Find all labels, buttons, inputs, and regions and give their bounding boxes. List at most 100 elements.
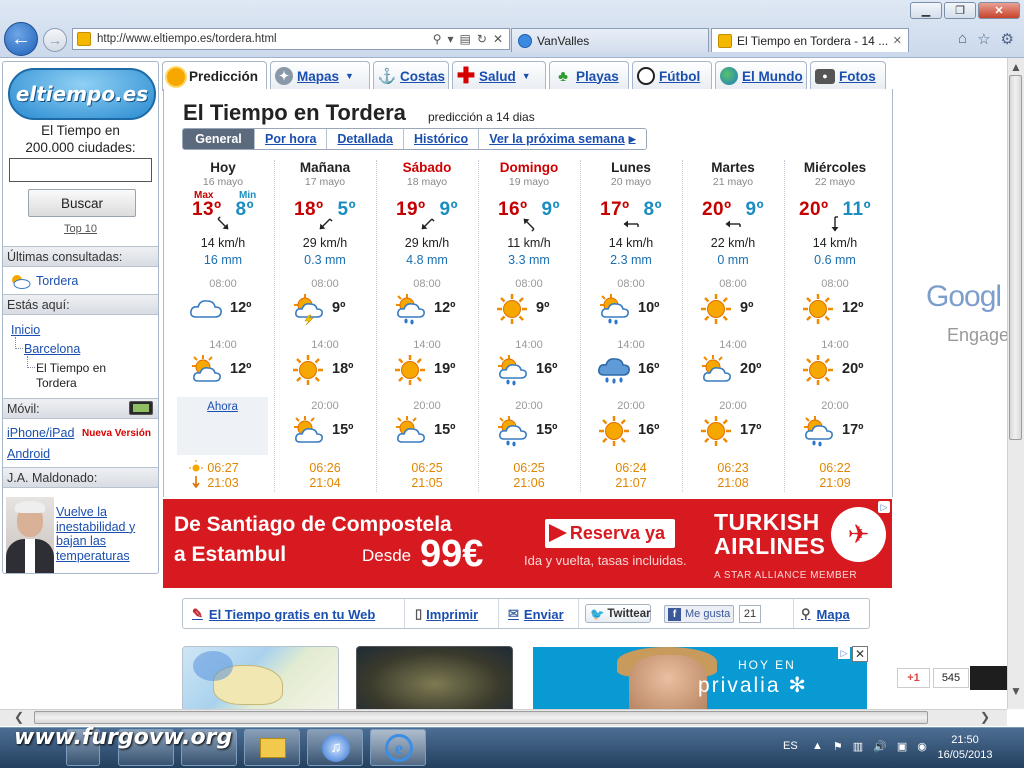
flag-icon[interactable]: ⚑ [833,740,843,753]
weather-icon [393,354,427,386]
globe-tray-icon[interactable]: ◉ [917,740,927,753]
facebook-like-button[interactable]: f Me gusta [664,605,734,623]
maximize-button[interactable]: ❐ [944,2,976,19]
widget-link[interactable]: ✎ El Tiempo gratis en tu Web [192,606,375,622]
vertical-scroll-thumb[interactable] [1009,75,1022,440]
adchoices-icon[interactable]: ▷ [838,647,850,659]
dropdown-icon[interactable]: ▾ [448,32,454,46]
iphone-ipad-link[interactable]: iPhone/iPad [7,426,74,440]
close-tab-icon[interactable]: ✕ [893,34,902,47]
home-icon[interactable]: ⌂ [958,30,967,48]
address-bar[interactable]: http://www.eltiempo.es/tordera.html ⚲ ▾ … [72,28,510,50]
breadcrumb-inicio[interactable]: Inicio [11,323,40,337]
google-plus-one-button[interactable]: +1 [897,668,930,688]
browser-tab-vanvalles[interactable]: VanValles [511,28,709,52]
forward-button[interactable]: → [43,28,67,52]
network-icon[interactable]: ▥ [853,740,863,753]
breadcrumb-barcelona[interactable]: Barcelona [24,342,80,356]
nav-tab-mapas[interactable]: ✦ Mapas ▼ [270,61,370,90]
weather-icon [801,354,835,386]
day-header: Domingo 19 mayo [478,160,580,188]
back-button[interactable]: ← [4,22,38,56]
tree-connector [15,337,23,349]
android-link[interactable]: Android [7,447,50,461]
nav-tab-label: Playas [576,68,619,84]
subtab-general[interactable]: General [183,129,255,149]
precipitation: 2.3 mm [610,253,652,267]
scroll-down-icon[interactable]: ▼ [1010,684,1022,698]
radar-map-thumbnail[interactable] [182,646,339,710]
recent-tordera-link[interactable]: Tordera [36,274,78,288]
twitter-button[interactable]: 🐦 Twittear [585,604,651,623]
map-link[interactable]: ⚲ Mapa [801,606,850,622]
blog-header: J.A. Maldonado: [3,467,158,488]
search-button[interactable]: Buscar [28,189,136,217]
tray-arrow-icon[interactable]: ▲ [812,740,823,753]
twitter-label: Twittear [607,607,651,620]
sunrise-time: 06:22 [819,461,851,475]
stop-icon[interactable]: ✕ [493,32,503,46]
system-clock[interactable]: 21:50 16/05/2013 [930,733,1000,763]
now-link[interactable]: Ahora [177,401,268,413]
taskbar-ie-active[interactable]: e [370,729,426,766]
taskbar-outlook[interactable] [244,729,300,766]
slot-time: 08:00 [311,278,339,290]
taskbar-itunes[interactable]: ♫ [307,729,363,766]
google-logo[interactable]: Googl [926,280,1002,314]
sunrise-sunset-icon [189,460,203,489]
nav-tab-futbol[interactable]: Fútbol [632,61,712,90]
nav-tab-costas[interactable]: ⚓ Costas [373,61,449,90]
author-avatar[interactable] [6,497,54,573]
language-indicator[interactable]: ES [783,740,798,752]
adchoices-icon[interactable]: ▷ [878,501,890,513]
subtab-proxima-semana[interactable]: Ver la próxima semana ▶ [479,129,646,149]
wind-speed: 29 km/h [302,236,348,250]
blog-post-link[interactable]: Vuelve la inestabilidad y bajan las temp… [56,505,156,563]
subtab-por-hora[interactable]: Por hora [255,129,328,149]
search-intro: El Tiempo en 200.000 ciudades: [3,122,158,156]
send-link[interactable]: ✉ Enviar [508,606,564,622]
nav-tab-prediccion[interactable]: Predicción [162,61,267,91]
intro-line-2: 200.000 ciudades: [25,140,136,155]
address-tools: ⚲ ▾ ▤ ↻ ✕ [433,32,509,46]
slot-time: 20:00 [617,400,645,412]
subtab-historico[interactable]: Histórico [404,129,480,149]
favorites-star-icon[interactable]: ☆ [977,30,990,48]
refresh-icon[interactable]: ↻ [477,32,487,46]
browser-tab-eltiempo[interactable]: El Tiempo en Tordera - 14 ... ✕ [711,28,909,52]
day-name: Sábado [402,160,452,175]
satellite-map-thumbnail[interactable] [356,646,513,710]
map-label: Mapa [816,606,850,622]
precipitation: 0.3 mm [304,253,346,267]
system-tray-icons: ▲ ⚑ ▥ 🔊 ▣ ◉ [812,740,927,753]
privalia-logo-text: privalia [698,674,781,697]
settings-gear-icon[interactable]: ⚙ [1001,30,1014,48]
city-search-input[interactable] [9,158,152,182]
slot-temperature: 16º [638,422,660,438]
slot-time: 08:00 [719,278,747,290]
scroll-up-icon[interactable]: ▲ [1010,60,1022,74]
horizontal-scroll-thumb[interactable] [34,711,928,724]
ad-reserve-button[interactable]: Reserva ya [545,519,675,548]
close-ad-icon[interactable]: ✕ [852,646,868,662]
nav-tab-salud[interactable]: ✚ Salud ▼ [452,61,546,90]
eltiempo-logo[interactable]: eltiempo.es [8,68,156,120]
nav-tab-el-mundo[interactable]: El Mundo [715,61,807,90]
top10-link[interactable]: Top 10 [3,223,158,235]
turkish-airlines-ad[interactable]: ▷ De Santiago de Compostela a Estambul D… [163,499,892,588]
nav-tab-fotos[interactable]: ● Fotos [810,61,886,90]
subtab-detallada[interactable]: Detallada [327,129,404,149]
scroll-left-icon[interactable]: ❮ [14,710,24,724]
wind-speed: 14 km/h [200,236,246,250]
close-button[interactable]: ✕ [978,2,1020,19]
compat-view-icon[interactable]: ▤ [460,32,471,46]
print-link[interactable]: ▯ Imprimir [415,606,478,622]
slot-temperature: 12º [434,300,456,316]
scroll-right-icon[interactable]: ❯ [980,710,990,724]
tray-app-icon[interactable]: ▣ [897,740,907,753]
search-icon[interactable]: ⚲ [433,32,442,46]
nav-tab-playas[interactable]: ♣ Playas [549,61,629,90]
privalia-ad[interactable]: HOY EN privalia ✻ [533,647,867,713]
minimize-button[interactable]: ▁ [910,2,942,19]
volume-icon[interactable]: 🔊 [873,740,887,753]
